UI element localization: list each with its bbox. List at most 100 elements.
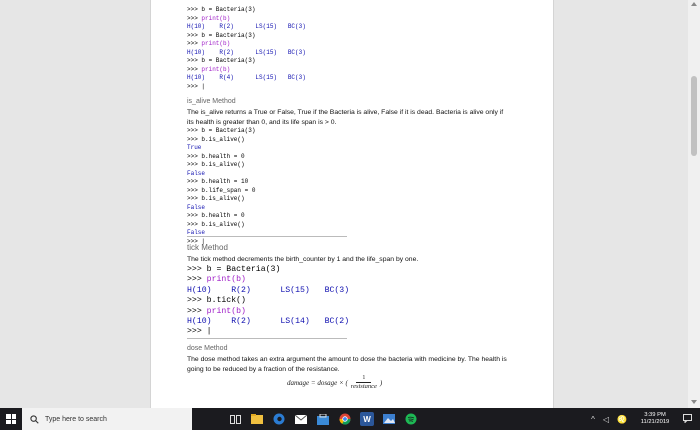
notifications-icon[interactable] xyxy=(683,413,692,425)
shell-prompt: >>> xyxy=(187,306,207,316)
code-statement: b.health = 0 xyxy=(201,212,245,219)
shell-prompt: >>> xyxy=(187,6,202,13)
chrome-icon[interactable] xyxy=(338,412,352,426)
code-output: True xyxy=(187,144,202,151)
scroll-thumb[interactable] xyxy=(691,76,697,156)
scroll-down-arrow-icon[interactable] xyxy=(691,400,697,404)
damage-formula: damage = dosage × ( 1 resistance ) xyxy=(287,374,382,391)
dose-heading: dose Method xyxy=(187,345,228,352)
dose-description: The dose method takes an extra argument … xyxy=(187,356,507,373)
code-line: H(10) R(2) LS(15) BC(3) xyxy=(187,286,349,296)
code-block-is-alive: >>> b = Bacteria(3) >>> b.is_alive() True >… xyxy=(187,127,255,246)
shell-prompt: >>> xyxy=(187,212,202,219)
code-output: H(10) R(4) LS(15) BC(3) xyxy=(187,74,306,81)
word-icon[interactable]: W xyxy=(360,412,374,426)
document-viewport: >>> b = Bacteria(3) >>> print(b) H(10) R(2… xyxy=(0,0,700,408)
taskbar-pinned-apps: W xyxy=(228,412,418,426)
code-statement: b = Bacteria(3) xyxy=(201,57,256,64)
code-line: H(10) R(2) LS(14) BC(2) xyxy=(187,317,349,327)
separator xyxy=(187,236,347,237)
code-line: >>> print(b) xyxy=(187,66,306,75)
separator xyxy=(187,338,347,339)
code-line: >>> print(b) xyxy=(187,307,349,317)
code-output: False xyxy=(187,203,206,211)
code-line: >>> b = Bacteria(3) xyxy=(187,127,255,136)
network-icon[interactable]: ♌ xyxy=(617,415,627,424)
search-placeholder: Type here to search xyxy=(45,415,107,423)
code-line: >>> print(b) xyxy=(187,15,306,24)
code-line: >>> print(b) xyxy=(187,275,349,285)
code-statement: b.is_alive() xyxy=(201,135,245,143)
clock-time: 3:39 PM xyxy=(644,412,666,418)
code-statement: print(b) xyxy=(201,40,231,47)
is-alive-heading: is_alive Method xyxy=(187,98,236,105)
mail-icon[interactable] xyxy=(294,412,308,426)
formula-fraction: 1 resistance xyxy=(351,374,377,391)
code-line: >>> b = Bacteria(3) xyxy=(187,265,349,275)
code-output: H(10) R(2) LS(15) BC(3) xyxy=(187,23,306,30)
code-line: >>> b.is_alive() xyxy=(187,161,255,170)
shell-prompt: >>> xyxy=(187,82,202,90)
store-icon[interactable] xyxy=(316,412,330,426)
edge-icon[interactable] xyxy=(272,412,286,426)
shell-prompt: >>> xyxy=(187,31,202,39)
file-explorer-icon[interactable] xyxy=(250,412,264,426)
shell-prompt: >>> xyxy=(187,40,202,47)
is-alive-description: The is_alive returns a True or False, Tr… xyxy=(187,109,504,126)
code-output: H(10) R(2) LS(15) BC(3) xyxy=(187,48,306,56)
code-line: >>> print(b) xyxy=(187,40,306,49)
code-line: True xyxy=(187,144,255,153)
code-line: >>> | xyxy=(187,83,306,92)
chevron-up-icon[interactable]: ^ xyxy=(591,415,595,424)
photos-icon[interactable] xyxy=(382,412,396,426)
taskbar: Type here to search W ^ ◁ ♌ 3:39 PM 11/2… xyxy=(0,408,700,430)
code-statement: b.health = 10 xyxy=(201,178,249,185)
shell-prompt: >>> xyxy=(187,57,202,64)
shell-prompt: >>> xyxy=(187,275,207,285)
code-output: H(10) R(2) LS(15) BC(3) xyxy=(187,285,350,295)
code-line: >>> b.life_span = 0 xyxy=(187,187,255,196)
task-view-icon[interactable] xyxy=(228,412,242,426)
formula-rhs: ) xyxy=(379,378,383,387)
code-statement: b.is_alive() xyxy=(201,161,245,168)
document-page: >>> b = Bacteria(3) >>> print(b) H(10) R(2… xyxy=(150,0,554,408)
shell-prompt: >>> xyxy=(187,186,202,194)
shell-prompt: >>> xyxy=(187,161,202,168)
shell-prompt: >>> xyxy=(187,265,207,274)
search-icon xyxy=(30,414,39,424)
code-block-tick: >>> b = Bacteria(3) >>> print(b) H(10) R(2… xyxy=(187,265,349,338)
code-statement: | xyxy=(206,327,212,337)
code-line: False xyxy=(187,204,255,213)
shell-prompt: >>> xyxy=(187,220,202,228)
code-statement: b.is_alive() xyxy=(201,195,245,202)
formula-numerator: 1 xyxy=(356,374,372,383)
code-output: False xyxy=(187,229,206,236)
shell-prompt: >>> xyxy=(187,152,202,160)
code-statement: print(b) xyxy=(201,65,231,73)
code-statement: | xyxy=(201,82,206,90)
clock[interactable]: 3:39 PM 11/21/2019 xyxy=(635,412,675,426)
scroll-up-arrow-icon[interactable] xyxy=(691,2,697,6)
code-statement: print(b) xyxy=(206,306,246,316)
code-line: >>> b.health = 0 xyxy=(187,153,255,162)
code-statement: b = Bacteria(3) xyxy=(201,31,256,39)
spotify-icon[interactable] xyxy=(404,412,418,426)
code-statement: print(b) xyxy=(206,275,246,285)
system-tray: ^ ◁ ♌ 3:39 PM 11/21/2019 xyxy=(591,408,692,430)
code-statement: b.is_alive() xyxy=(201,220,245,228)
taskbar-search-box[interactable]: Type here to search xyxy=(22,408,192,430)
code-line: H(10) R(2) LS(15) BC(3) xyxy=(187,49,306,58)
code-statement: b.life_span = 0 xyxy=(201,186,256,194)
shell-prompt: >>> xyxy=(187,296,207,306)
vertical-scrollbar[interactable] xyxy=(688,0,700,408)
formula-lhs: damage = dosage × ( xyxy=(287,378,348,387)
code-line: >>> b = Bacteria(3) xyxy=(187,57,306,66)
code-line: False xyxy=(187,170,255,179)
start-button[interactable] xyxy=(0,408,22,430)
tick-heading: tick Method xyxy=(187,243,228,252)
code-line: H(10) R(2) LS(15) BC(3) xyxy=(187,23,306,32)
shell-prompt: >>> xyxy=(187,135,202,143)
code-statement: b = Bacteria(3) xyxy=(201,6,256,13)
speaker-icon[interactable]: ◁ xyxy=(603,415,609,424)
code-line: >>> b.health = 10 xyxy=(187,178,255,187)
